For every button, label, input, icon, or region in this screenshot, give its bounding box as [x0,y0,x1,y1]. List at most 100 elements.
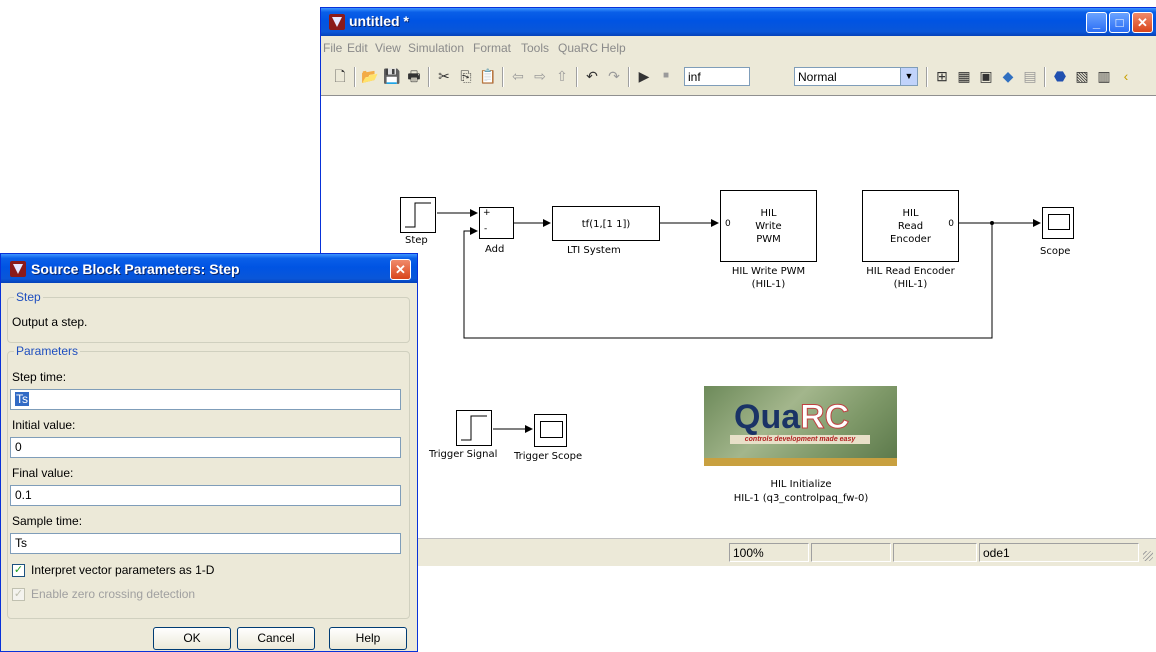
debugger-icon[interactable]: ◆ [999,67,1017,85]
hil-initialize-sublabel: HIL-1 (q3_controlpaq_fw-0) [733,493,869,504]
menu-bar: File Edit View Simulation Format Tools Q… [321,37,1156,59]
resize-grip-icon[interactable] [1143,551,1153,561]
add-label: Add [485,244,505,255]
start-simulation-icon[interactable]: ▶ [635,67,653,85]
trigger-signal-block[interactable] [456,410,492,446]
stop-simulation-icon[interactable]: ■ [657,67,675,85]
add-minus-sign: - [484,224,488,234]
minimize-button[interactable]: _ [1086,12,1107,33]
copy-icon[interactable]: ⎘ [457,67,475,85]
menu-file[interactable]: File [323,41,342,55]
interpret-vector-checkbox[interactable]: ✓ [12,564,25,577]
quarc-logo-rc: RC [800,398,850,436]
open-folder-icon[interactable]: 📂 [361,67,379,85]
lti-transfer-function: tf(1,[1 1]) [581,219,631,230]
quarc-logo-main: Qua [734,398,801,436]
main-title-bar[interactable]: untitled * _ □ ✕ [321,8,1156,36]
dialog-title: Source Block Parameters: Step [31,261,240,277]
step-block[interactable] [400,197,436,233]
back-icon[interactable]: ⇦ [509,67,527,85]
zoom-level: 100% [729,543,809,562]
menu-simulation[interactable]: Simulation [408,41,464,55]
sample-time-input[interactable]: Ts [10,533,401,554]
hil-read-text-2: Read [897,221,924,232]
hil-read-sublabel: (HIL-1) [893,279,928,290]
hil-read-encoder-block[interactable]: 0 HIL Read Encoder [862,190,959,262]
ok-button[interactable]: OK [153,627,231,650]
up-icon[interactable]: ⇧ [553,67,571,85]
new-model-icon[interactable]: 🗋 [331,67,349,85]
hil-initialize-block[interactable]: QuaRC controls development made easy [704,386,897,466]
status-cell-2 [811,543,891,562]
hil-read-text-3: Encoder [890,234,931,245]
menu-help[interactable]: Help [601,41,626,55]
trigger-scope-block[interactable] [534,414,567,447]
cut-icon[interactable]: ✂ [435,67,453,85]
toolbar: 🗋 📂 💾 🖶 ✂ ⎘ 📋 ⇦ ⇨ ⇧ ↶ ↷ ▶ ■ inf Normal ▼… [321,59,1156,93]
redo-icon[interactable]: ↷ [605,67,623,85]
forward-icon[interactable]: ⇨ [531,67,549,85]
hil-read-text-1: HIL [902,208,919,219]
connect-target-icon[interactable]: ⬣ [1051,67,1069,85]
simulink-model-window: untitled * _ □ ✕ File Edit View Simulati… [320,7,1156,566]
interpret-vector-label: Interpret vector parameters as 1-D [31,563,215,577]
model-explorer-icon[interactable]: ▣ [977,67,995,85]
library-browser-icon[interactable]: ▦ [955,67,973,85]
dialog-close-button[interactable]: ✕ [390,259,411,280]
trigger-scope-screen-icon [540,421,563,438]
menu-view[interactable]: View [375,41,401,55]
model-canvas[interactable]: Step + - Add tf(1,[1 1]) LTI System 0 HI… [321,95,1156,539]
step-icon [405,202,431,228]
hil-write-label: HIL Write PWM [731,266,806,277]
menu-tools[interactable]: Tools [521,41,549,55]
print-icon[interactable]: 🖶 [405,67,423,85]
hil-write-pwm-block[interactable]: 0 HIL Write PWM [720,190,817,262]
disabled-tool-icon[interactable]: ▤ [1021,67,1039,85]
initial-value-input[interactable]: 0 [10,437,401,458]
step-label: Step [405,235,428,246]
external-mode-icon[interactable]: ▧ [1073,67,1091,85]
lti-system-label: LTI System [567,245,621,256]
step-group-label: Step [14,290,43,304]
overflow-icon[interactable]: ‹ [1117,67,1135,85]
lti-system-block[interactable]: tf(1,[1 1]) [552,206,660,241]
save-icon[interactable]: 💾 [383,67,401,85]
menu-edit[interactable]: Edit [347,41,368,55]
step-time-input[interactable]: Ts [10,389,401,410]
zero-crossing-checkbox[interactable]: ✓ [12,588,25,601]
status-bar: 100% ode1 [321,538,1156,566]
paste-icon[interactable]: 📋 [479,67,497,85]
add-block[interactable]: + - [479,207,514,239]
trigger-signal-label: Trigger Signal [429,449,498,460]
cancel-button[interactable]: Cancel [237,627,315,650]
initial-value-label: Initial value: [12,418,76,432]
step-group: Step Output a step. [7,290,410,343]
maximize-button[interactable]: □ [1109,12,1130,33]
final-value-label: Final value: [12,466,74,480]
build-model-icon[interactable]: ⊞ [933,67,951,85]
window-title: untitled * [349,13,409,29]
scope-block[interactable] [1042,207,1074,239]
hil-write-text-2: Write [755,221,782,232]
undo-icon[interactable]: ↶ [583,67,601,85]
model-properties-icon[interactable]: ▥ [1095,67,1113,85]
menu-quarc[interactable]: QuaRC [558,41,598,55]
step-time-value: Ts [15,392,29,406]
quarc-logo: QuaRC [734,398,850,436]
hil-write-sublabel: (HIL-1) [751,279,786,290]
stop-time-input[interactable]: inf [684,67,750,86]
final-value-input[interactable]: 0.1 [10,485,401,506]
menu-format[interactable]: Format [473,41,511,55]
dialog-title-bar[interactable]: Source Block Parameters: Step ✕ [1,254,417,283]
add-plus-sign: + [483,208,491,218]
help-button[interactable]: Help [329,627,407,650]
parameters-group-label: Parameters [14,344,81,358]
scope-screen-icon [1048,214,1070,230]
hil-write-text-1: HIL [760,208,777,219]
chevron-down-icon[interactable]: ▼ [900,68,917,85]
solver-name: ode1 [979,543,1139,562]
simulation-mode-select[interactable]: Normal ▼ [794,67,918,86]
parameters-group: Parameters Step time: Ts Initial value: … [7,344,410,619]
close-button[interactable]: ✕ [1132,12,1153,33]
simulation-mode-value: Normal [798,70,837,84]
